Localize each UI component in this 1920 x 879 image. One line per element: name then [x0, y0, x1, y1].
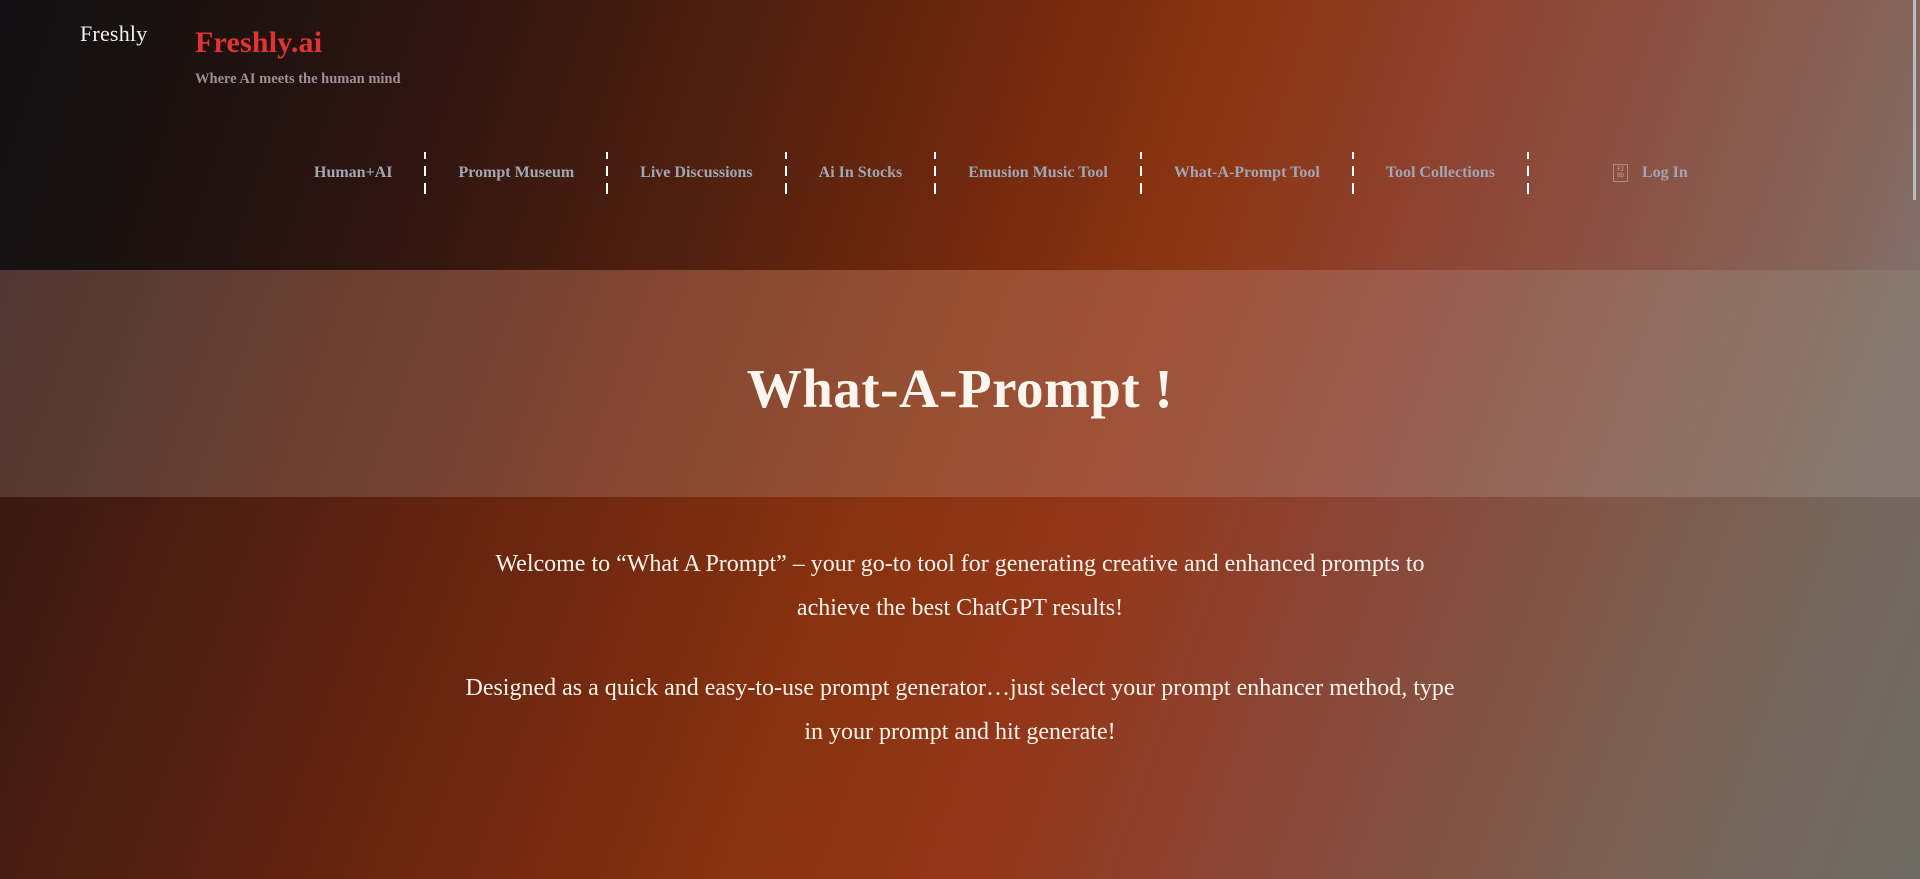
nav-item-prompt-museum[interactable]: Prompt Museum [454, 162, 578, 184]
intro-paragraph-2: Designed as a quick and easy-to-use prom… [465, 675, 1455, 745]
intro-section: Welcome to “What A Prompt” – your go-to … [0, 497, 1920, 754]
nav-divider [424, 152, 427, 194]
intro-paragraph-1: Welcome to “What A Prompt” – your go-to … [495, 551, 1425, 621]
nav-item-what-a-prompt-tool[interactable]: What-A-Prompt Tool [1170, 162, 1324, 184]
nav-item-emusion-music-tool[interactable]: Emusion Music Tool [964, 162, 1112, 184]
nav-divider [1526, 152, 1529, 194]
nav-divider [1351, 152, 1354, 194]
scrollbar-thumb[interactable] [1913, 0, 1916, 200]
nav-item-human-ai[interactable]: Human+AI [310, 162, 396, 184]
nav-item-live-discussions[interactable]: Live Discussions [636, 162, 756, 184]
nav-divider [606, 152, 609, 194]
main-navigation: Human+AI Prompt Museum Live Discussions … [310, 148, 1688, 198]
login-label: Log In [1641, 164, 1688, 181]
page-root: Freshly Freshly.ai Where AI meets the hu… [0, 0, 1920, 879]
page-scrollbar[interactable] [1912, 0, 1920, 879]
nav-item-tool-collections[interactable]: Tool Collections [1382, 162, 1499, 184]
login-button[interactable]: F2 BD Log In [1612, 164, 1688, 182]
brand-name[interactable]: Freshly.ai [195, 26, 401, 60]
nav-divider [934, 152, 937, 194]
hero-band: What-A-Prompt ! [0, 270, 1920, 497]
user-circle-icon: F2 BD [1612, 164, 1628, 182]
site-header: Freshly Freshly.ai Where AI meets the hu… [0, 0, 1920, 270]
brand-tagline: Where AI meets the human mind [195, 71, 401, 87]
brand-block[interactable]: Freshly.ai Where AI meets the human mind [195, 26, 401, 88]
nav-divider [784, 152, 787, 194]
nav-item-ai-in-stocks[interactable]: Ai In Stocks [815, 162, 907, 184]
nav-divider [1139, 152, 1142, 194]
tofu-codepoint-bottom: BD [1617, 172, 1624, 179]
page-title: What-A-Prompt ! [746, 357, 1174, 419]
site-logo-broken-image-alt[interactable]: Freshly [80, 20, 147, 48]
